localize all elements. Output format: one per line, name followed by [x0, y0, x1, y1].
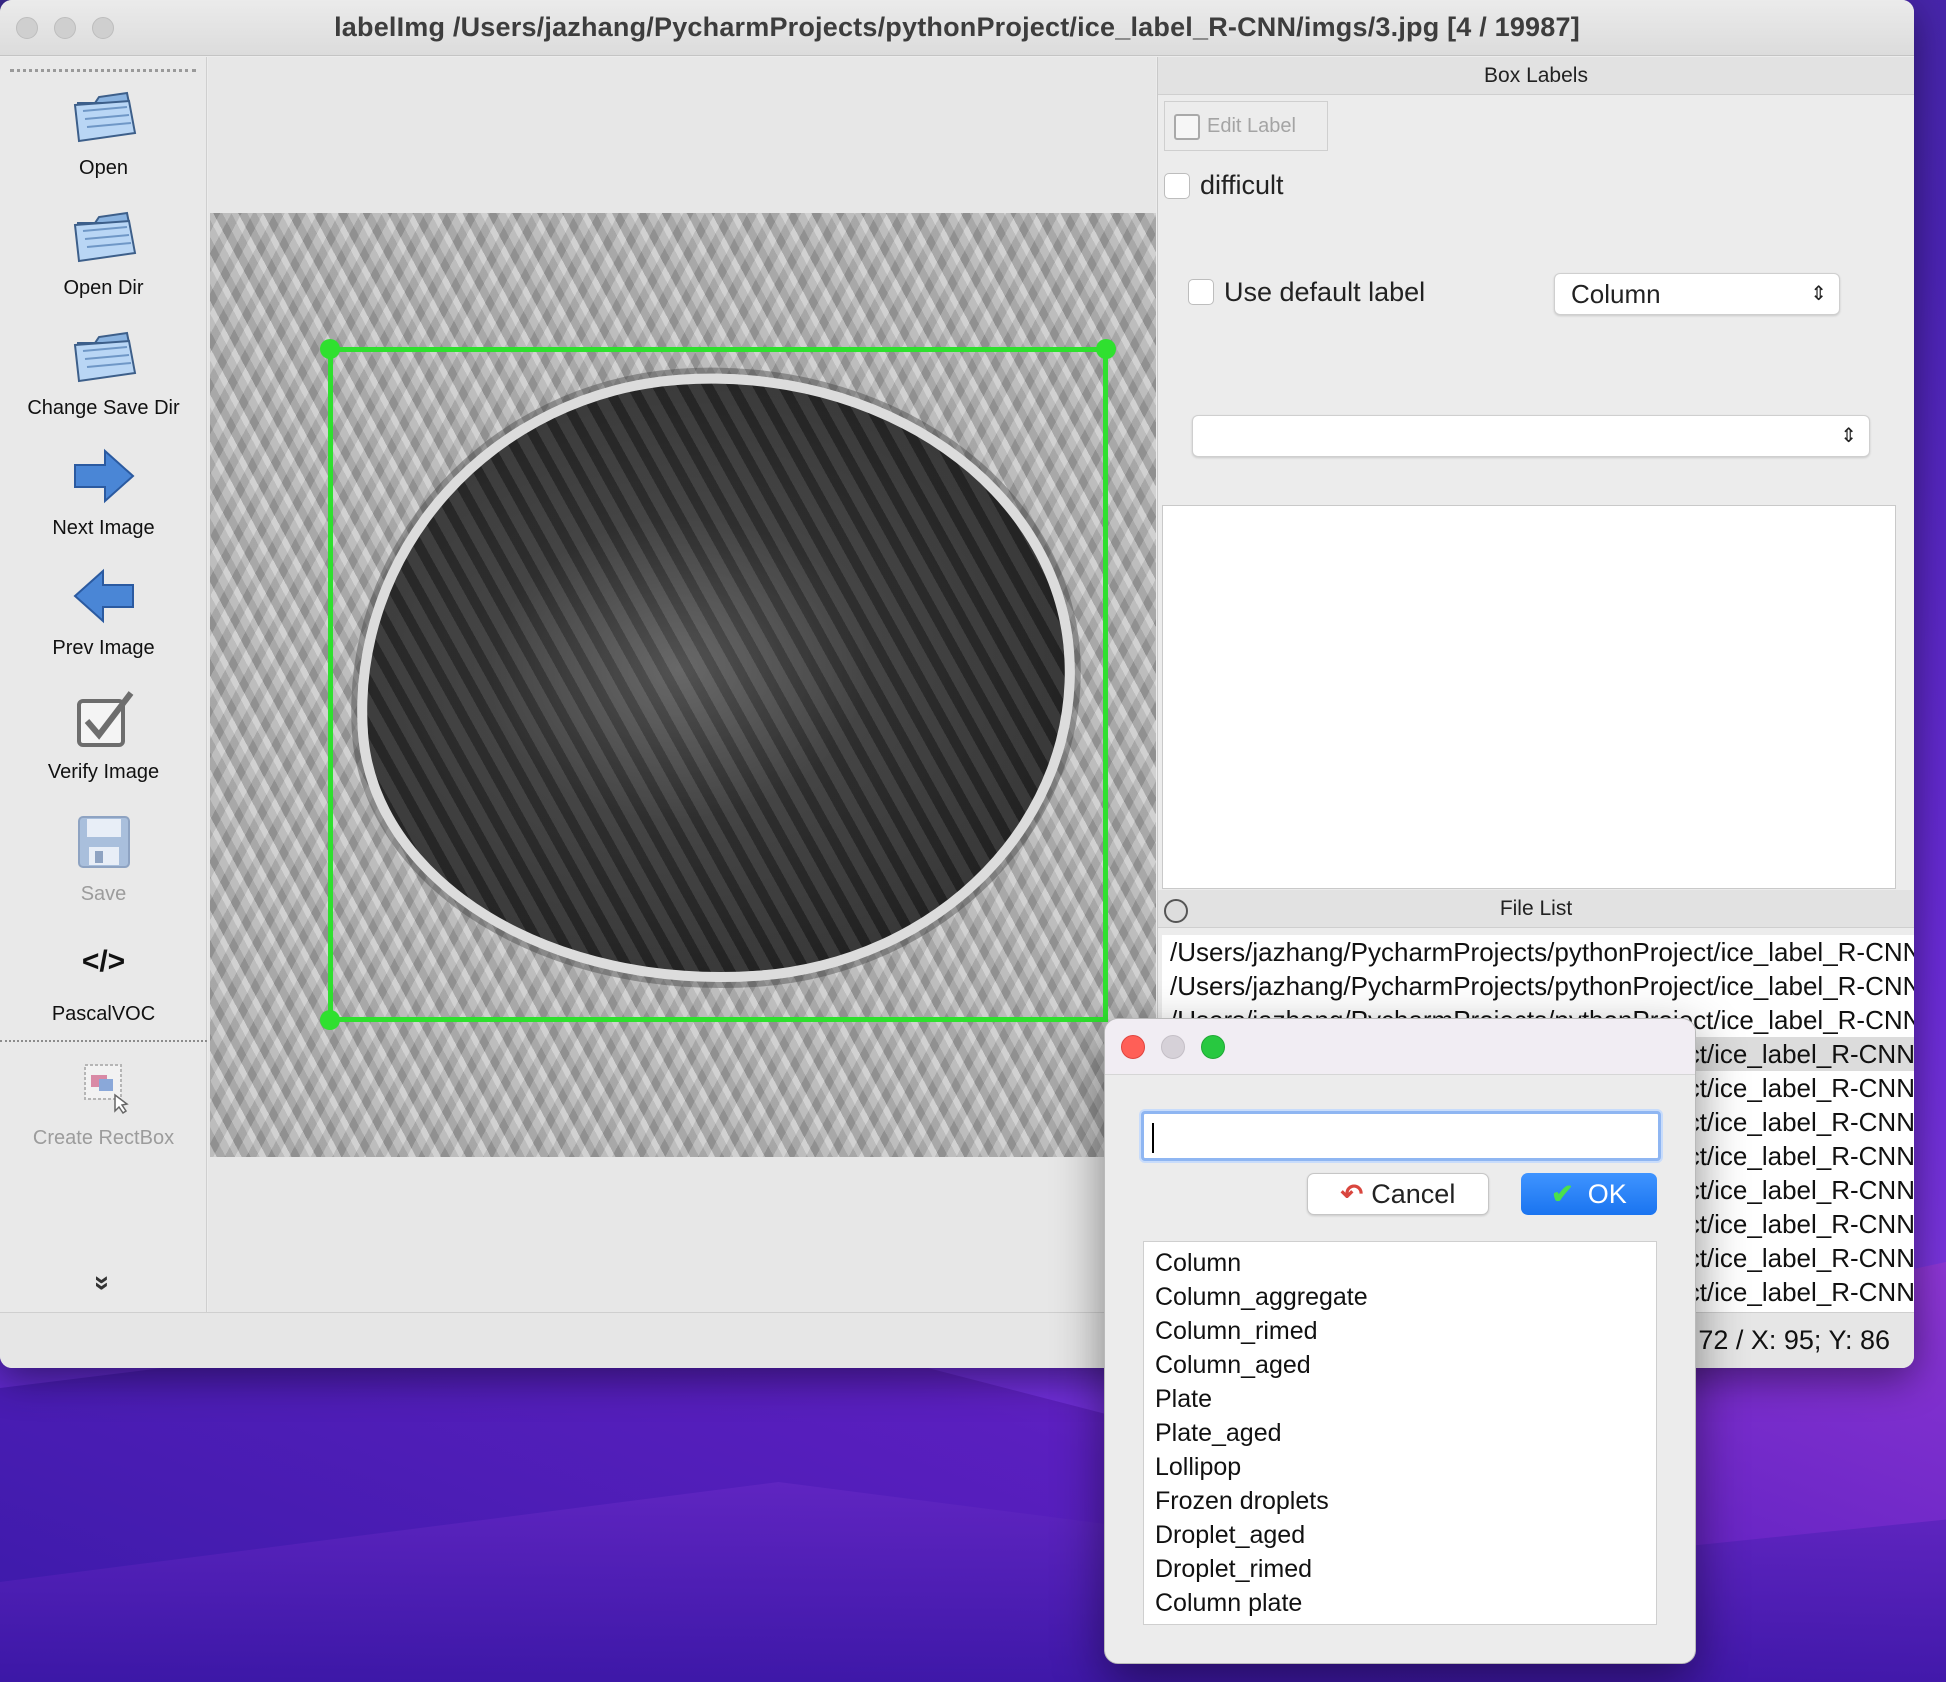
change-save-dir-label: Change Save Dir — [27, 397, 180, 419]
open-button[interactable]: Open — [0, 81, 207, 180]
label-input[interactable] — [1141, 1111, 1661, 1161]
toolbar-separator — [0, 1040, 207, 1042]
arrow-right-icon — [73, 448, 135, 504]
verify-image-label: Verify Image — [47, 761, 160, 783]
edit-label-text: Edit Label — [1207, 115, 1296, 137]
create-rectbox-button[interactable]: Create RectBox — [0, 1051, 207, 1150]
open-dir-button[interactable]: Open Dir — [0, 201, 207, 300]
open-label: Open — [79, 157, 128, 179]
use-default-label-checkbox[interactable] — [1188, 279, 1214, 305]
folder-open-icon — [73, 91, 136, 143]
list-item[interactable]: Droplet_rimed — [1144, 1552, 1656, 1586]
next-image-label: Next Image — [52, 517, 155, 539]
toolbar-overflow-chevron-icon[interactable]: » — [87, 1270, 119, 1296]
change-save-dir-button[interactable]: Change Save Dir — [0, 321, 207, 420]
floppy-disk-icon — [77, 816, 130, 868]
list-item[interactable]: Column plate — [1144, 1586, 1656, 1620]
ok-label: OK — [1587, 1179, 1627, 1209]
list-item[interactable]: Column_rimed — [1144, 1314, 1656, 1348]
dialog-minimize-button[interactable] — [1161, 1035, 1185, 1059]
dialog-zoom-button[interactable] — [1201, 1035, 1225, 1059]
default-label-value: Column — [1571, 279, 1661, 309]
ok-button[interactable]: ✔ OK — [1521, 1173, 1657, 1215]
checkbox-icon — [76, 691, 133, 747]
create-rectbox-label: Create RectBox — [32, 1127, 175, 1149]
default-label-select[interactable]: Column ⇕ — [1554, 273, 1840, 315]
list-item[interactable]: Column — [1144, 1246, 1656, 1280]
cancel-button[interactable]: ↶ Cancel — [1307, 1173, 1489, 1215]
label-suggestion-list[interactable]: Column Column_aggregate Column_rimed Col… — [1143, 1241, 1657, 1625]
difficult-label: difficult — [1200, 170, 1284, 200]
bbox-handle-bottom-left[interactable] — [320, 1010, 340, 1030]
image-canvas[interactable] — [208, 57, 1156, 1312]
list-item[interactable]: Plate_aged — [1144, 1416, 1656, 1450]
prev-image-label: Prev Image — [52, 637, 155, 659]
secondary-select[interactable]: ⇕ — [1192, 415, 1870, 457]
chevron-up-down-icon: ⇕ — [1810, 283, 1827, 305]
verify-image-button[interactable]: Verify Image — [0, 685, 207, 784]
save-label: Save — [80, 883, 127, 905]
text-caret — [1152, 1123, 1154, 1154]
list-item[interactable]: Frozen droplets — [1144, 1484, 1656, 1518]
edit-label-button[interactable]: Edit Label — [1164, 101, 1328, 151]
edit-icon — [1174, 114, 1200, 140]
arrow-left-icon — [72, 568, 134, 624]
bounding-box[interactable] — [328, 347, 1108, 1022]
chevron-up-down-icon: ⇕ — [1840, 425, 1857, 447]
box-labels-title: Box Labels — [1158, 57, 1914, 95]
list-item[interactable]: Column_aggregate — [1144, 1280, 1656, 1314]
status-text: 72 / X: 95; Y: 86 — [1698, 1325, 1890, 1355]
next-image-button[interactable]: Next Image — [0, 441, 207, 540]
cancel-label: Cancel — [1371, 1179, 1456, 1209]
save-button[interactable]: Save — [0, 807, 207, 906]
window-title: labelImg /Users/jazhang/PycharmProjects/… — [334, 12, 1580, 42]
pascalvoc-button[interactable]: </> PascalVOC — [0, 927, 207, 1026]
pascalvoc-label: PascalVOC — [51, 1003, 156, 1025]
toolbar-grip[interactable] — [10, 69, 196, 72]
difficult-checkbox[interactable] — [1164, 173, 1190, 199]
list-item[interactable]: Column_aged — [1144, 1348, 1656, 1382]
list-item[interactable]: Droplet_aged — [1144, 1518, 1656, 1552]
list-item[interactable]: Plate — [1144, 1382, 1656, 1416]
checkmark-icon: ✔ — [1551, 1179, 1574, 1209]
file-list-row[interactable]: /Users/jazhang/PycharmProjects/pythonPro… — [1162, 935, 1914, 969]
image-view[interactable] — [210, 213, 1156, 1157]
rect-box-icon — [83, 1064, 129, 1115]
file-list-title: File List — [1158, 890, 1914, 928]
bbox-handle-top-left[interactable] — [320, 339, 340, 359]
title-bar: labelImg /Users/jazhang/PycharmProjects/… — [0, 0, 1914, 56]
dialog-title-bar — [1105, 1019, 1695, 1075]
file-list-row[interactable]: /Users/jazhang/PycharmProjects/pythonPro… — [1162, 969, 1914, 1003]
label-dialog: ↶ Cancel ✔ OK Column Column_aggregate Colu… — [1104, 1018, 1696, 1664]
prev-image-button[interactable]: Prev Image — [0, 561, 207, 660]
list-item[interactable]: Lollipop — [1144, 1450, 1656, 1484]
toolbar: Open Open Dir Change Save Dir Next Image — [0, 57, 207, 1312]
undo-arrow-icon: ↶ — [1340, 1179, 1364, 1209]
dock-float-icon[interactable] — [1164, 899, 1188, 923]
box-label-list[interactable] — [1162, 505, 1896, 889]
folder-open-icon — [73, 211, 136, 263]
dialog-close-button[interactable] — [1121, 1035, 1145, 1059]
open-dir-label: Open Dir — [63, 277, 144, 299]
folder-open-icon — [73, 331, 136, 383]
bbox-handle-top-right[interactable] — [1096, 339, 1116, 359]
use-default-label-text: Use default label — [1224, 277, 1426, 307]
code-tag-icon: </> — [81, 945, 126, 978]
